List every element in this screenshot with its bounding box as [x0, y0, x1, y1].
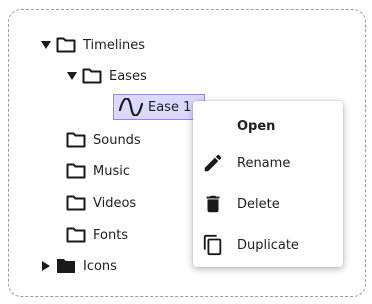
folder-outline-icon — [66, 163, 86, 179]
menu-item-label: Duplicate — [237, 237, 299, 253]
menu-item-rename[interactable]: Rename — [193, 148, 343, 178]
tree-item-ease-1[interactable]: Ease 1 — [113, 94, 205, 120]
tree-item-label: Videos — [93, 195, 137, 211]
context-menu: Open Rename Delete Duplicate — [193, 101, 343, 267]
tree-item-icons[interactable]: Icons — [40, 254, 117, 278]
menu-item-open[interactable]: Open — [193, 111, 343, 141]
menu-item-duplicate[interactable]: Duplicate — [193, 230, 343, 260]
tree-item-fonts[interactable]: Fonts — [66, 223, 128, 247]
tree-item-eases[interactable]: Eases — [66, 64, 147, 88]
trash-icon — [201, 192, 225, 216]
tree-item-label: Ease 1 — [148, 99, 192, 115]
tree-item-label: Eases — [109, 68, 147, 84]
menu-item-label: Rename — [237, 155, 291, 171]
tree-item-label: Fonts — [93, 227, 129, 243]
folder-outline-icon — [56, 37, 76, 53]
folder-outline-icon — [66, 132, 86, 148]
pencil-icon — [201, 151, 225, 175]
expand-arrow-down-icon[interactable] — [66, 70, 78, 82]
tree-item-videos[interactable]: Videos — [66, 191, 136, 215]
folder-outline-icon — [82, 68, 102, 84]
tree-item-music[interactable]: Music — [66, 159, 130, 183]
tree-item-label: Timelines — [83, 37, 146, 53]
menu-item-label: Open — [237, 118, 276, 134]
folder-filled-icon — [56, 258, 76, 274]
menu-item-delete[interactable]: Delete — [193, 189, 343, 219]
tree-item-sounds[interactable]: Sounds — [66, 128, 141, 152]
expand-arrow-down-icon[interactable] — [40, 39, 52, 51]
folder-outline-icon — [66, 227, 86, 243]
sine-wave-icon — [118, 97, 144, 117]
folder-outline-icon — [66, 195, 86, 211]
tree-item-label: Music — [93, 163, 130, 179]
menu-item-label: Delete — [237, 196, 280, 212]
expand-arrow-right-icon[interactable] — [40, 260, 52, 272]
tree-item-label: Icons — [83, 258, 117, 274]
duplicate-icon — [201, 233, 225, 257]
tree-item-label: Sounds — [93, 132, 141, 148]
tree-item-timelines[interactable]: Timelines — [40, 33, 145, 57]
